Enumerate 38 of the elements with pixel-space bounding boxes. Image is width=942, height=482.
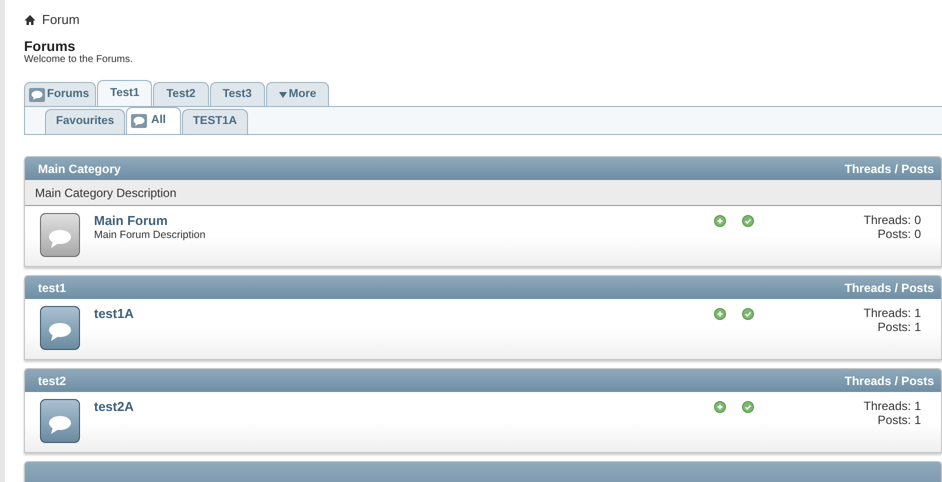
forum-tab[interactable]: Test2 (153, 82, 209, 107)
thread-count: Threads: 1 (864, 306, 921, 320)
post-count: Posts: 1 (878, 320, 921, 334)
forum-tab[interactable]: More (266, 82, 330, 107)
category-title[interactable]: test2 (38, 372, 66, 390)
stats-heading: Threads / Posts (844, 280, 934, 296)
plus-circle-icon (714, 308, 726, 320)
plus-circle-icon (714, 215, 726, 227)
forum-tab[interactable]: Forums (24, 82, 96, 107)
category-title[interactable]: test1 (38, 278, 66, 296)
forum-subtab[interactable]: All (126, 107, 181, 134)
forum-name-link[interactable]: Main Forum (94, 213, 168, 228)
thread-count: Threads: 1 (864, 399, 921, 413)
caret-icon (278, 92, 287, 98)
thread-count: Threads: 0 (864, 213, 921, 227)
home-icon (24, 14, 36, 26)
forum-tab[interactable]: Test1 (97, 80, 152, 107)
page-subtitle: Welcome to the Forums. (24, 54, 134, 66)
forum-tab[interactable]: Test3 (210, 82, 265, 107)
speech-bubble-icon (29, 88, 45, 102)
stats-heading: Threads / Posts (844, 160, 934, 178)
forum-name-link[interactable]: test2A (94, 399, 134, 414)
forum-description: Main Forum Description (94, 228, 206, 242)
category-title[interactable]: Main Category (38, 160, 121, 178)
post-count: Posts: 1 (878, 413, 921, 427)
breadcrumb-home-link[interactable]: Forum (42, 10, 80, 30)
forum-subtab[interactable]: Favourites (45, 109, 126, 134)
check-circle-icon (742, 215, 754, 227)
stats-heading: Threads / Posts (844, 372, 934, 390)
category-description: Main Category Description (25, 180, 941, 206)
check-circle-icon (742, 401, 754, 413)
plus-circle-icon (714, 401, 726, 413)
check-circle-icon (742, 308, 754, 320)
speech-bubble-icon (131, 114, 148, 128)
forum-subtab[interactable]: TEST1A (182, 109, 248, 134)
page-title: Forums (24, 38, 76, 54)
forum-name-link[interactable]: test1A (94, 306, 134, 321)
post-count: Posts: 0 (878, 227, 921, 241)
